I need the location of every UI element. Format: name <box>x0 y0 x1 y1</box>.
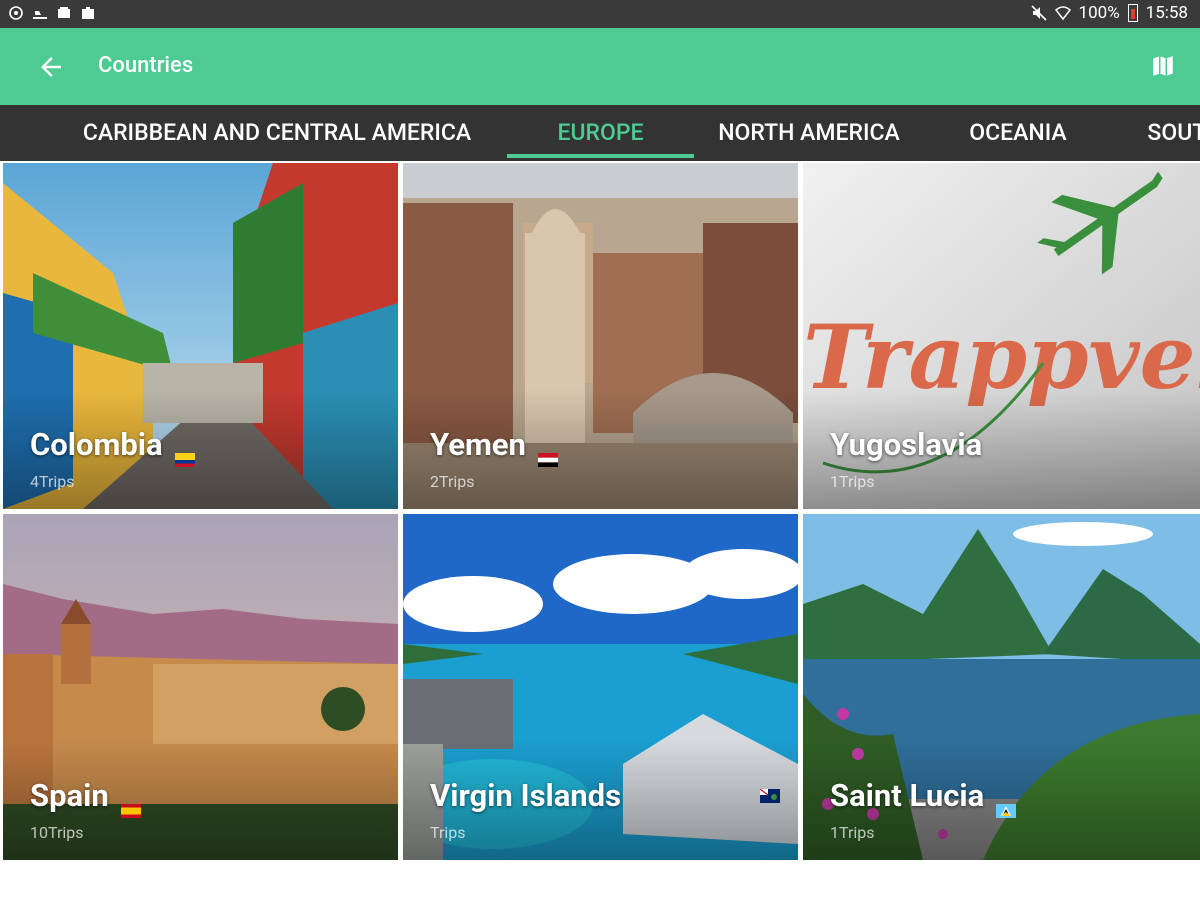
country-name: Yugoslavia <box>830 426 983 463</box>
country-name-row: Yemen <box>430 426 558 467</box>
tab-europe[interactable]: EUROPE <box>507 105 694 161</box>
arrow-left-icon[interactable] <box>36 52 66 82</box>
country-card-saint-lucia[interactable]: Saint Lucia 1Trips <box>803 514 1200 860</box>
country-name-row: Spain <box>30 777 141 818</box>
country-name: Colombia <box>30 426 163 463</box>
country-name: Virgin Islands <box>430 777 622 814</box>
battery-percent: 100% <box>1078 3 1120 23</box>
status-icons-right: 100% 15:58 <box>1030 3 1188 23</box>
saint-lucia-flag-icon <box>996 789 1017 818</box>
country-name: Spain <box>30 777 109 814</box>
country-name-row: Saint Lucia <box>830 777 1017 818</box>
country-name-row: Yugoslavia <box>830 426 982 463</box>
country-name-row: Colombia <box>30 426 195 467</box>
status-icons-left <box>8 5 96 21</box>
tab-oceania[interactable]: OCEANIA <box>944 105 1092 161</box>
country-name-row: Virgin Islands <box>430 777 621 814</box>
status-bar: 100% 15:58 <box>0 0 1200 28</box>
country-card-virgin-islands[interactable]: Virgin Islands Trips <box>403 514 798 860</box>
country-card-spain[interactable]: Spain 10Trips <box>3 514 398 860</box>
trip-count: 10Trips <box>30 823 84 842</box>
trip-count: 2Trips <box>430 472 475 491</box>
tab-south[interactable]: SOUTH <box>1110 105 1200 161</box>
tab-caribbean[interactable]: CARIBBEAN AND CENTRAL AMERICA <box>40 105 514 161</box>
country-card-colombia[interactable]: Colombia 4Trips <box>3 163 398 509</box>
trip-count: 4Trips <box>30 472 75 491</box>
trip-count: 1Trips <box>830 823 875 842</box>
wifi-icon <box>1054 6 1071 21</box>
virgin-islands-flag-icon <box>759 788 780 803</box>
mute-icon <box>1030 5 1047 21</box>
page-title: Countries <box>98 53 194 78</box>
settings-icon <box>9 6 23 20</box>
clock: 15:58 <box>1145 3 1188 23</box>
map-icon[interactable] <box>1150 53 1176 79</box>
briefcase-icon <box>82 7 94 19</box>
app-bar: Countries <box>0 28 1200 105</box>
tab-indicator <box>507 154 694 158</box>
battery-icon <box>1127 4 1138 22</box>
trip-count: Trips <box>430 823 466 842</box>
photo-icon <box>58 7 70 18</box>
trip-count: 1Trips <box>830 472 875 491</box>
country-card-yugoslavia[interactable]: Trappvelle Yugoslavia 1Trips <box>803 163 1200 509</box>
colombia-flag-icon <box>174 438 195 467</box>
country-name: Saint Lucia <box>830 777 985 814</box>
cast-icon <box>33 11 47 19</box>
country-card-yemen[interactable]: Yemen 2Trips <box>403 163 798 509</box>
country-name: Yemen <box>430 426 526 463</box>
tab-north-america[interactable]: NORTH AMERICA <box>694 105 924 161</box>
yemen-flag-icon <box>537 438 558 467</box>
region-tabs: CARIBBEAN AND CENTRAL AMERICA EUROPE NOR… <box>0 105 1200 161</box>
spain-flag-icon <box>120 789 141 818</box>
